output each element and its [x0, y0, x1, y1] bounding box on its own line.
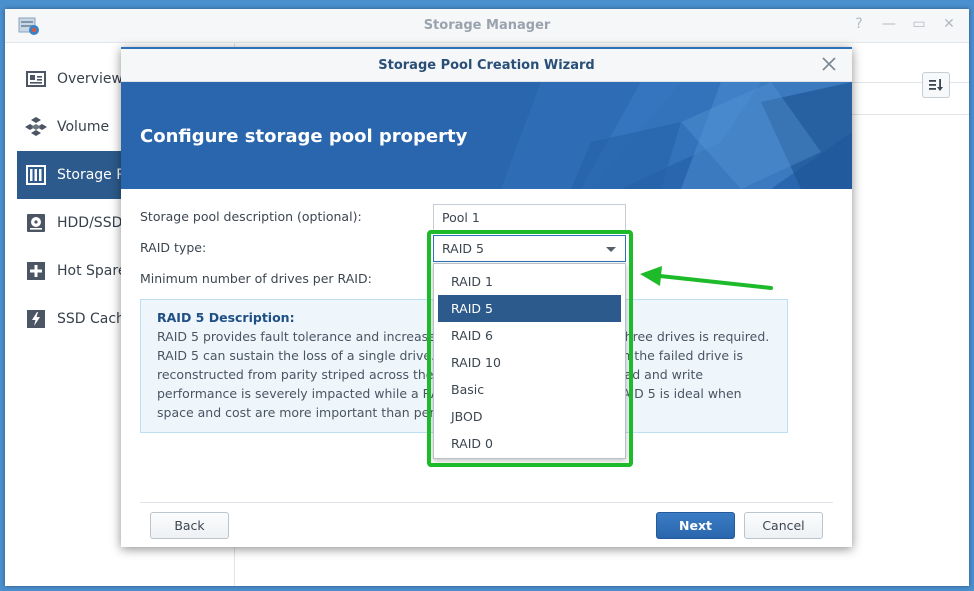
close-icon[interactable]: ✕	[941, 16, 957, 32]
window-controls: ? — ▭ ✕	[851, 16, 957, 32]
wizard-banner: Configure storage pool property	[121, 82, 852, 189]
wizard-title: Storage Pool Creation Wizard	[378, 58, 595, 73]
sidebar-item-label: Hot Spare	[57, 263, 127, 279]
sort-icon	[929, 79, 943, 91]
annotation-arrow-icon	[640, 266, 773, 290]
maximize-icon[interactable]: ▭	[911, 16, 927, 32]
hot-spare-icon	[25, 260, 47, 282]
pool-description-input[interactable]: Pool 1	[433, 204, 626, 231]
footer-divider	[140, 502, 833, 503]
storage-pool-icon	[25, 164, 47, 186]
sort-button[interactable]	[922, 72, 950, 98]
cancel-button[interactable]: Cancel	[744, 512, 823, 539]
ssd-cache-icon	[25, 308, 47, 330]
sidebar-item-label: Volume	[57, 119, 110, 135]
raid-type-label: RAID type:	[140, 240, 207, 255]
minimize-icon[interactable]: —	[881, 16, 897, 32]
next-button[interactable]: Next	[656, 512, 735, 539]
wizard-titlebar: Storage Pool Creation Wizard	[121, 49, 852, 82]
highlight-annotation-box	[427, 230, 633, 467]
hdd-icon	[25, 212, 47, 234]
overview-icon	[25, 68, 47, 90]
sidebar-item-label: SSD Cach	[57, 311, 125, 327]
sidebar-item-label: HDD/SSD	[57, 215, 123, 231]
close-icon[interactable]	[820, 55, 838, 73]
description-label: Storage pool description (optional):	[140, 209, 362, 224]
app-titlebar: Storage Manager ? — ▭ ✕	[5, 9, 969, 43]
volume-icon	[25, 116, 47, 138]
back-button[interactable]: Back	[150, 512, 229, 539]
help-icon[interactable]: ?	[851, 16, 867, 32]
wizard-heading: Configure storage pool property	[140, 126, 468, 147]
min-drives-label: Minimum number of drives per RAID:	[140, 271, 372, 286]
app-title: Storage Manager	[423, 18, 551, 33]
sidebar-item-label: Overview	[57, 71, 123, 87]
storage-pool-wizard-dialog: Storage Pool Creation Wizard Configure s…	[121, 47, 852, 547]
